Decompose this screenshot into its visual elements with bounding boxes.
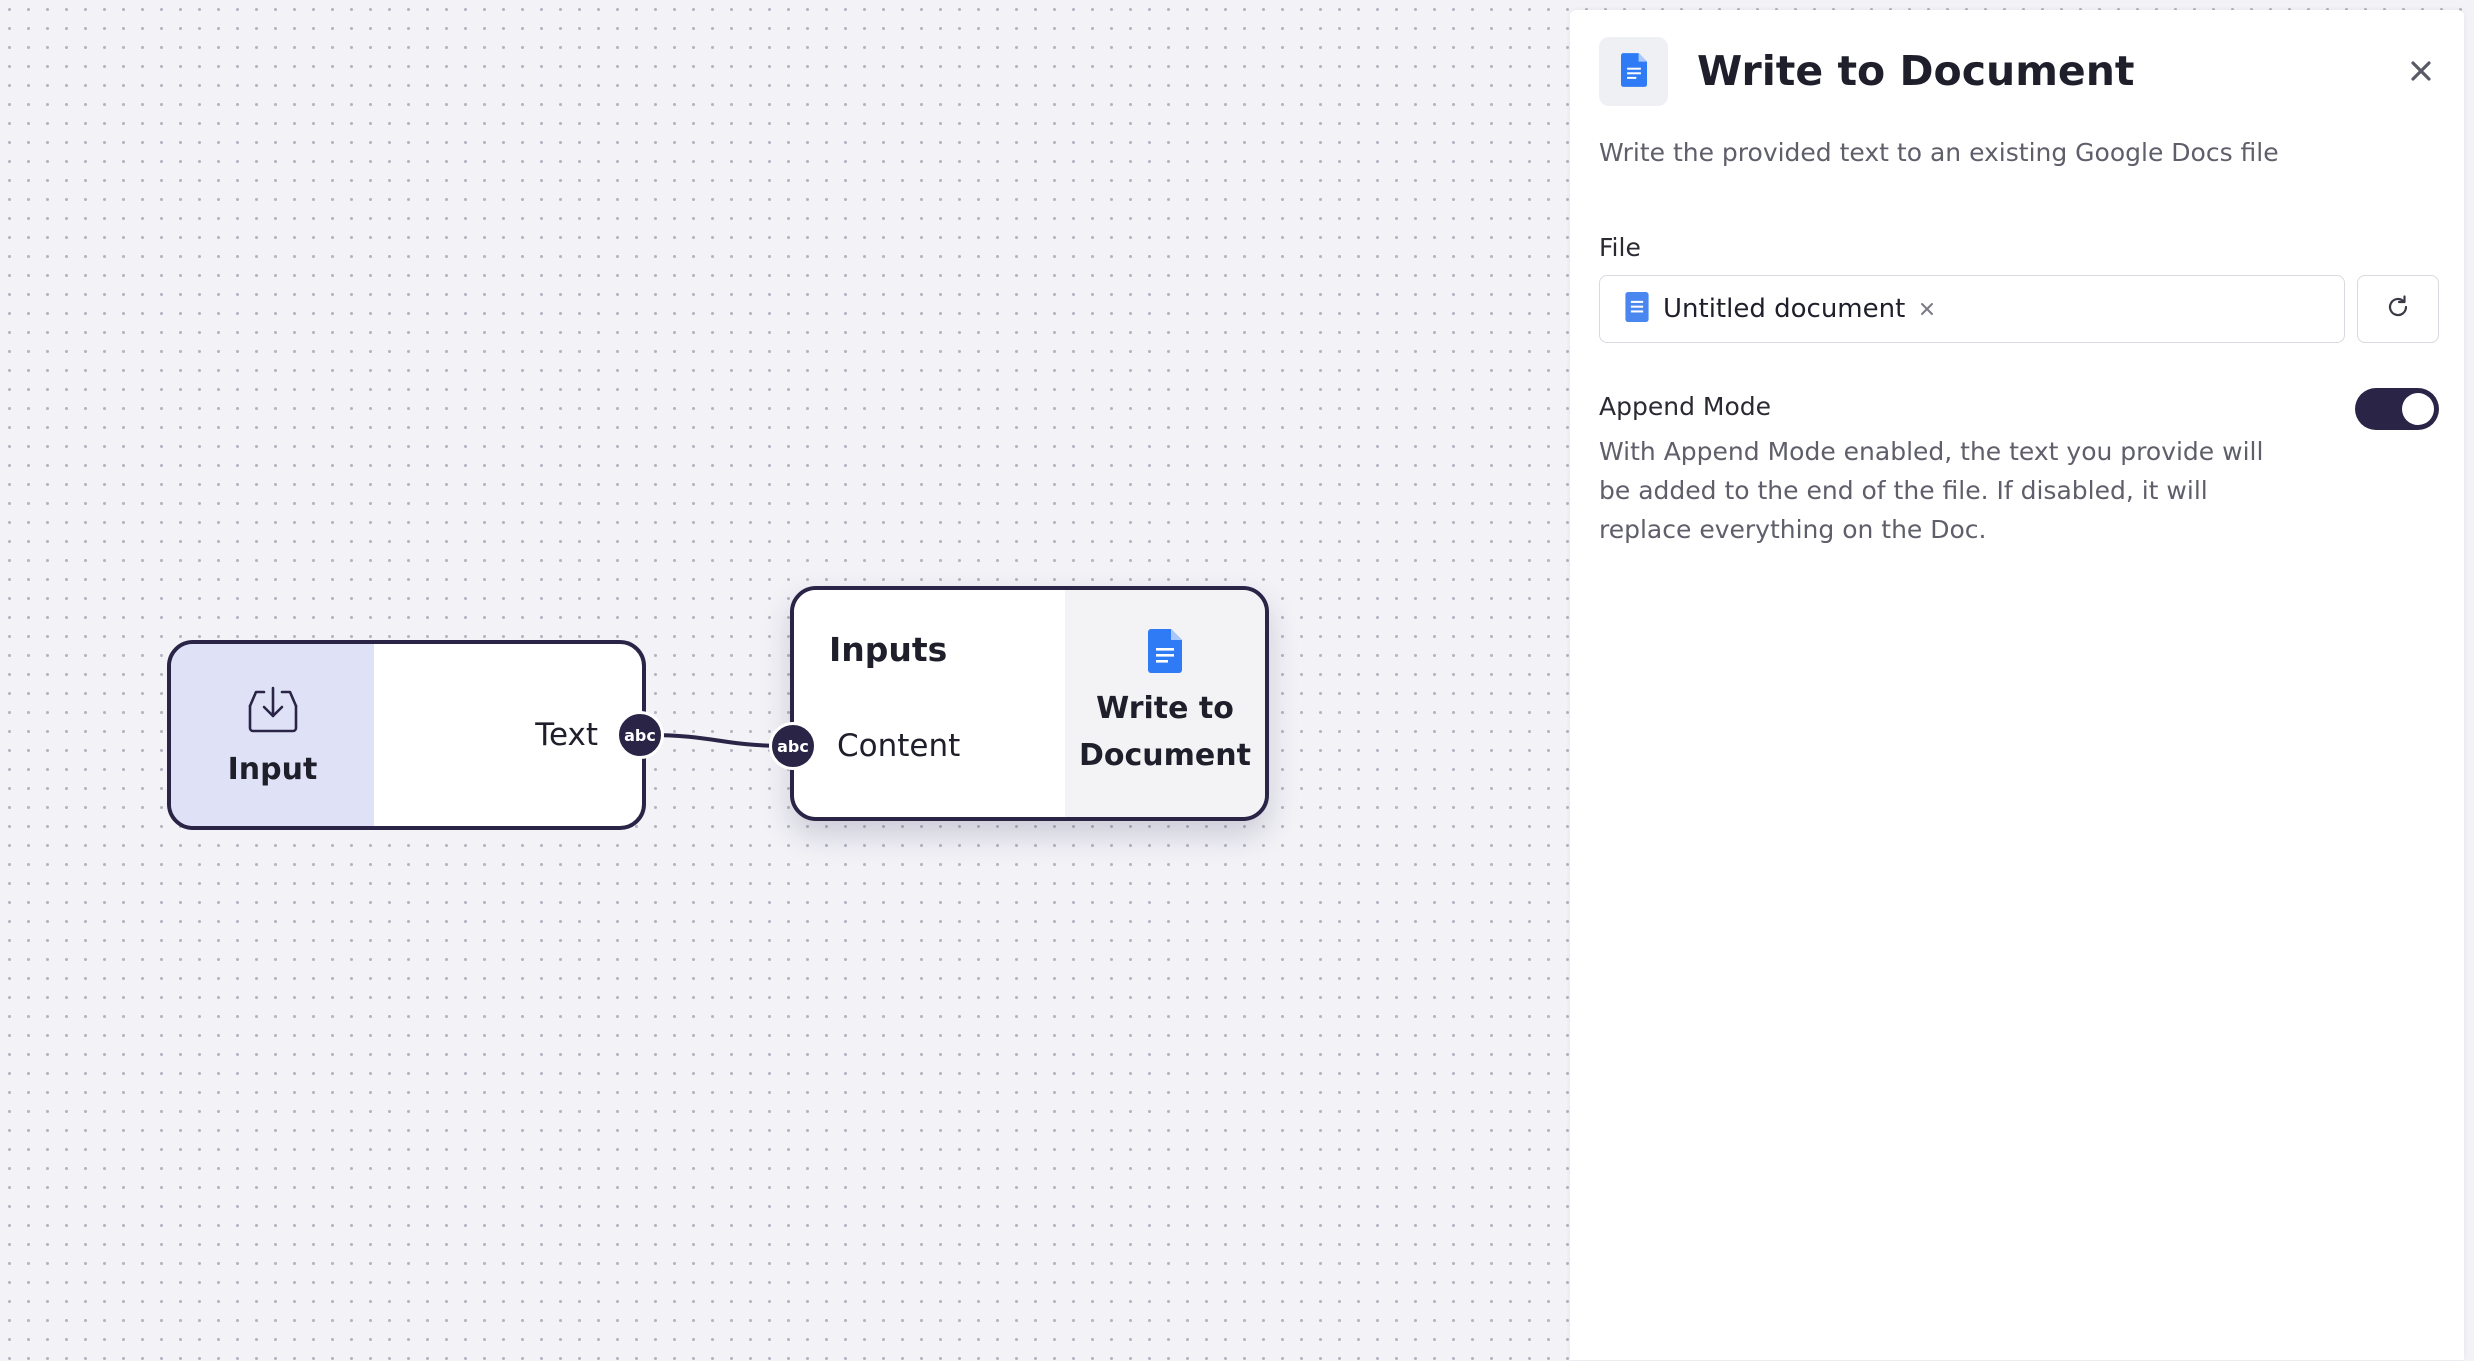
google-docs-icon bbox=[1625, 292, 1649, 326]
file-picker-field[interactable]: Untitled document bbox=[1599, 275, 2345, 343]
panel-description: Write the provided text to an existing G… bbox=[1599, 138, 2279, 167]
inbox-download-icon bbox=[246, 684, 300, 738]
clear-file-button[interactable] bbox=[1919, 301, 1935, 317]
input-node-title: Input bbox=[227, 751, 318, 787]
append-mode-toggle[interactable] bbox=[2355, 388, 2439, 430]
append-mode-help-text: With Append Mode enabled, the text you p… bbox=[1599, 437, 2264, 544]
write-node-title-line2: Document bbox=[1079, 737, 1251, 773]
write-to-document-node[interactable]: Inputs Content Write to Document bbox=[790, 586, 1269, 821]
close-icon bbox=[2410, 60, 2432, 86]
refresh-icon bbox=[2385, 294, 2411, 324]
panel-icon-box bbox=[1599, 37, 1668, 106]
write-node-title-line1: Write to bbox=[1096, 690, 1234, 726]
panel-title: Write to Document bbox=[1697, 47, 2135, 95]
refresh-button[interactable] bbox=[2357, 275, 2439, 343]
node-settings-panel: Write to Document Write the provided tex… bbox=[1570, 10, 2464, 1360]
selected-file-name: Untitled document bbox=[1663, 294, 1906, 324]
close-button[interactable] bbox=[2398, 50, 2444, 96]
toggle-knob bbox=[2402, 393, 2434, 425]
inputs-section-title: Inputs bbox=[829, 630, 948, 669]
write-node-title: Write to Document bbox=[1079, 685, 1251, 779]
input-node-header: Input bbox=[171, 644, 374, 826]
write-node-header: Write to Document bbox=[1065, 590, 1265, 817]
input-node[interactable]: Input Text bbox=[167, 640, 646, 830]
input-node-body: Text bbox=[374, 644, 642, 826]
file-label: File bbox=[1599, 233, 1641, 262]
append-mode-label: Append Mode bbox=[1599, 392, 1771, 421]
google-docs-icon bbox=[1148, 628, 1182, 677]
content-port-label: Content bbox=[837, 728, 961, 764]
text-output-port[interactable]: abc bbox=[616, 711, 664, 759]
text-port-label: Text bbox=[535, 717, 598, 753]
write-node-inputs-section: Inputs Content bbox=[794, 590, 1065, 817]
google-docs-icon bbox=[1620, 52, 1647, 91]
content-input-port[interactable]: abc bbox=[769, 722, 817, 770]
